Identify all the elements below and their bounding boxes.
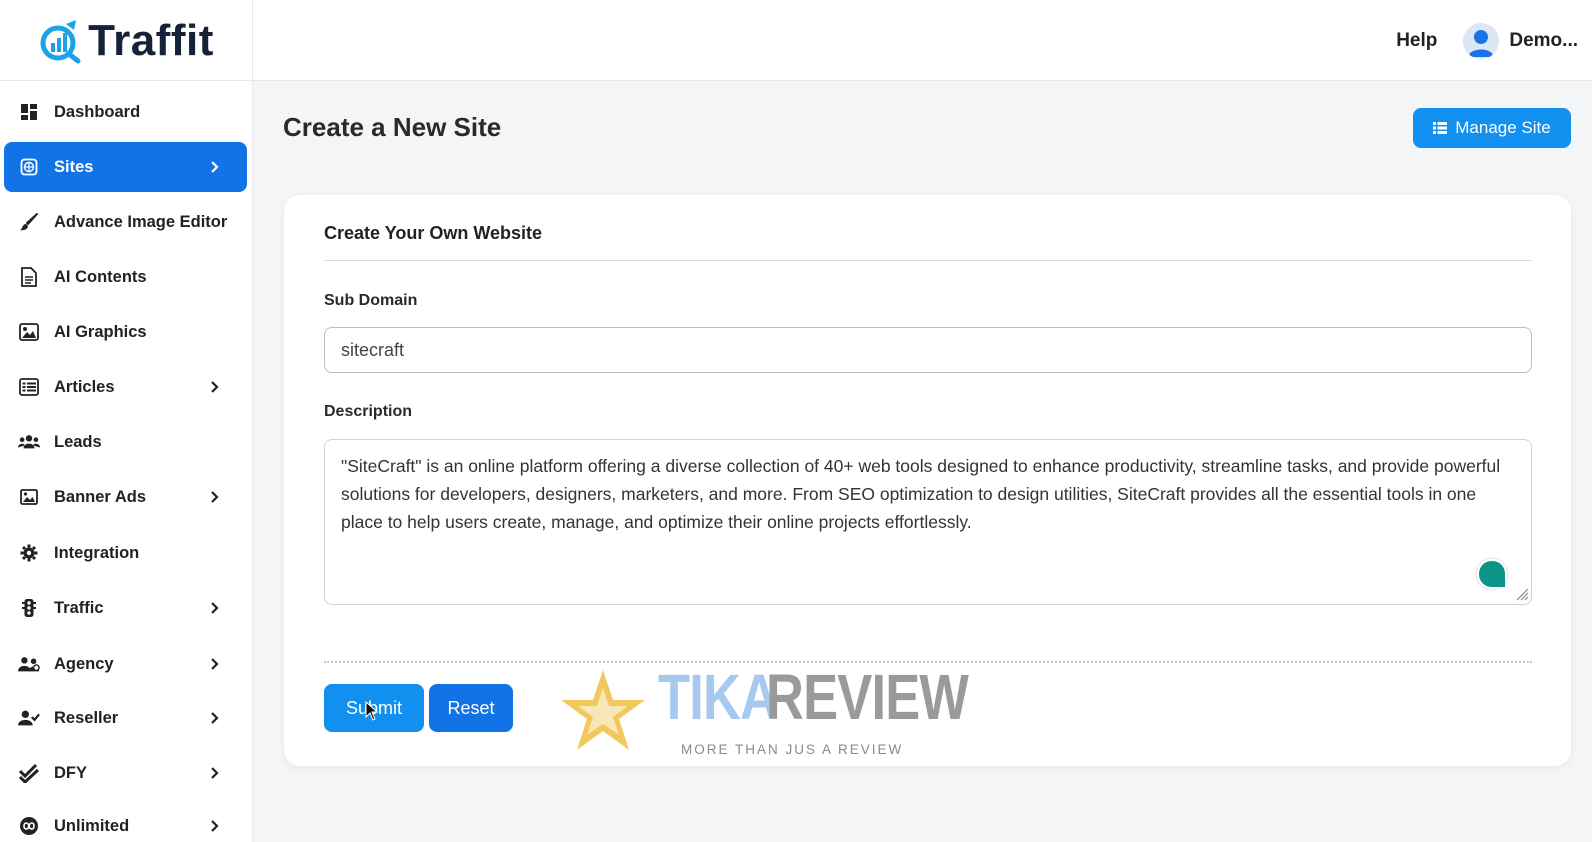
subdomain-input[interactable] [324, 327, 1532, 373]
resize-handle-icon[interactable] [1515, 587, 1529, 601]
user-menu[interactable]: Demo... [1463, 22, 1578, 59]
sidebar-item-label: Agency [54, 654, 114, 673]
user-name: Demo... [1509, 29, 1578, 51]
image-icon [18, 321, 40, 343]
divider [324, 260, 1532, 261]
chevron-right-icon [207, 765, 223, 781]
sidebar-item-label: Articles [54, 377, 115, 396]
chevron-right-icon [207, 159, 223, 175]
sidebar-item-dfy[interactable]: DFY [4, 748, 247, 798]
divider [324, 661, 1532, 663]
sidebar-item-ai-graphics[interactable]: AI Graphics [4, 307, 247, 357]
sidebar-item-traffic[interactable]: Traffic [4, 583, 247, 633]
banner-image-icon [18, 486, 40, 508]
chevron-right-icon [207, 600, 223, 616]
user-icon [1468, 29, 1495, 57]
sidebar-item-banner-ads[interactable]: Banner Ads [4, 472, 247, 522]
top-bar: Traffit Help Demo... [0, 0, 1592, 81]
avatar [1463, 22, 1500, 59]
help-link[interactable]: Help [1396, 30, 1437, 52]
description-textarea[interactable]: "SiteCraft" is an online platform offeri… [324, 439, 1532, 605]
mouse-cursor-icon [365, 701, 379, 721]
sidebar-item-agency[interactable]: Agency [4, 639, 247, 689]
sidebar-item-label: AI Graphics [54, 322, 147, 341]
sidebar-item-sites[interactable]: Sites [4, 142, 247, 192]
gear-icon [18, 542, 40, 564]
chevron-right-icon [207, 489, 223, 505]
user-check-icon [18, 707, 40, 729]
sidebar-item-label: Leads [54, 432, 102, 451]
sidebar-item-label: Sites [54, 157, 94, 176]
manage-site-button[interactable]: Manage Site [1413, 108, 1571, 148]
form-title: Create Your Own Website [324, 223, 543, 243]
grammar-assistant-icon[interactable] [1475, 557, 1509, 591]
sidebar: Dashboard Sites Advance Image Editor AI … [0, 81, 253, 842]
list-icon [18, 376, 40, 398]
sidebar-item-label: Integration [54, 543, 140, 562]
sidebar-item-label: Banner Ads [54, 487, 146, 506]
page-title: Create a New Site [283, 112, 502, 142]
infinity-icon [18, 815, 40, 837]
list-icon [1433, 122, 1448, 134]
sidebar-item-label: AI Contents [54, 267, 147, 286]
chevron-right-icon [207, 656, 223, 672]
sidebar-item-unlimited[interactable]: Unlimited [4, 801, 247, 842]
logo[interactable]: Traffit [0, 0, 253, 81]
manage-site-label: Manage Site [1455, 118, 1551, 137]
sidebar-item-leads[interactable]: Leads [4, 417, 247, 467]
sidebar-item-ai-contents[interactable]: AI Contents [4, 252, 247, 302]
double-check-icon [18, 762, 40, 784]
globe-icon [18, 156, 40, 178]
reset-button[interactable]: Reset [429, 684, 513, 732]
traffic-light-icon [18, 597, 40, 619]
chevron-right-icon [207, 818, 223, 834]
dashboard-icon [18, 101, 40, 123]
create-site-form: Create Your Own Website Sub Domain Descr… [284, 195, 1571, 766]
brush-icon [18, 211, 40, 233]
sidebar-item-label: Reseller [54, 708, 119, 727]
sidebar-item-integration[interactable]: Integration [4, 528, 247, 578]
chevron-right-icon [207, 379, 223, 395]
sidebar-item-label: Advance Image Editor [54, 212, 228, 231]
description-label: Description [324, 403, 413, 420]
sidebar-item-dashboard[interactable]: Dashboard [4, 87, 247, 137]
sidebar-item-label: Traffic [54, 598, 104, 617]
users-icon [18, 431, 40, 453]
sidebar-item-label: Unlimited [54, 816, 130, 835]
sidebar-item-reseller[interactable]: Reseller [4, 693, 247, 743]
sidebar-item-label: DFY [54, 763, 87, 782]
document-icon [18, 266, 40, 288]
logo-text: Traffit [88, 15, 214, 65]
sidebar-item-advance-image-editor[interactable]: Advance Image Editor [4, 197, 247, 247]
team-icon [18, 653, 40, 675]
logo-chart-icon [40, 19, 81, 63]
sidebar-item-label: Dashboard [54, 102, 141, 121]
subdomain-label: Sub Domain [324, 292, 418, 309]
sidebar-item-articles[interactable]: Articles [4, 362, 247, 412]
chevron-right-icon [207, 710, 223, 726]
